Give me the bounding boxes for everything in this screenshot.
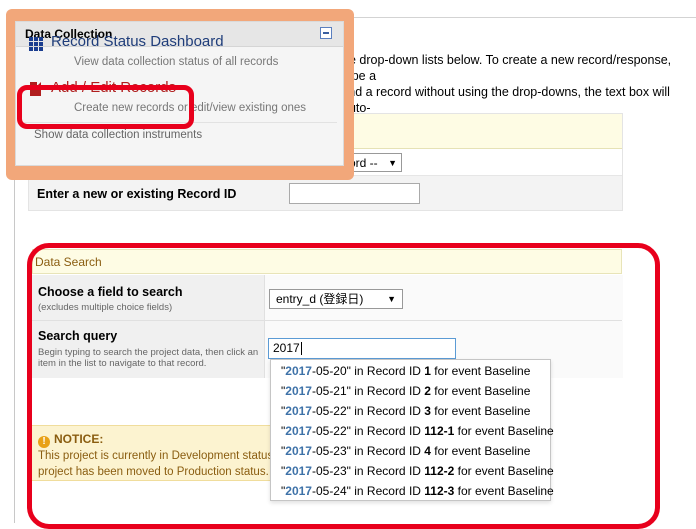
record-id: 1 (424, 364, 431, 378)
notice-title-text: NOTICE: (54, 432, 104, 446)
intro-line: he drop-down lists below. To create a ne… (342, 53, 672, 83)
warning-icon: ! (38, 436, 50, 448)
data-search-header: Data Search (32, 249, 622, 274)
record-id-input[interactable] (289, 183, 420, 204)
autocomplete-item[interactable]: "2017-05-22" in Record ID 112-1 for even… (281, 424, 554, 439)
autocomplete-item[interactable]: "2017-05-23" in Record ID 112-2 for even… (281, 464, 554, 479)
query-help-line: Begin typing to search the project data,… (38, 347, 259, 358)
search-field-select[interactable]: entry_d (登録日) ▼ (269, 289, 403, 309)
match-highlight: 2017 (285, 444, 312, 458)
notice-line: This project is currently in Development… (38, 450, 274, 462)
autocomplete-item[interactable]: "2017-05-21" in Record ID 2 for event Ba… (281, 384, 530, 399)
item-text: -05-20" in Record ID (311, 364, 425, 378)
record-id: 2 (424, 384, 431, 398)
item-tail: for event Baseline (430, 364, 531, 378)
item-tail: for event Baseline (430, 444, 531, 458)
item-tail: for event Baseline (430, 404, 531, 418)
search-query-input[interactable]: 2017 (268, 338, 456, 359)
data-search-title: Data Search (35, 255, 102, 269)
match-highlight: 2017 (285, 484, 312, 498)
match-highlight: 2017 (285, 384, 312, 398)
record-id: 4 (424, 444, 431, 458)
query-label: Search query (38, 329, 118, 343)
chevron-down-icon: ▼ (387, 294, 396, 304)
item-text: -05-23" in Record ID (311, 444, 425, 458)
field-label: Choose a field to search (38, 285, 183, 299)
search-field-value: entry_d (登録日) (276, 292, 364, 306)
notice-text: This project is currently in Development… (38, 448, 274, 480)
chevron-down-icon: ▼ (388, 158, 397, 168)
record-id: 112-3 (424, 484, 455, 498)
item-text: -05-22" in Record ID (311, 404, 425, 418)
text-cursor (300, 342, 302, 356)
grid-icon (29, 37, 43, 51)
autocomplete-item[interactable]: "2017-05-20" in Record ID 1 for event Ba… (281, 364, 530, 379)
item-text: -05-24" in Record ID (311, 484, 425, 498)
autocomplete-dropdown: "2017-05-20" in Record ID 1 for event Ba… (270, 359, 554, 501)
notice-title: ! NOTICE: (38, 432, 103, 448)
autocomplete-item[interactable]: "2017-05-24" in Record ID 112-3 for even… (281, 484, 554, 499)
show-instruments-link[interactable]: Show data collection instruments (34, 129, 202, 141)
record-status-dashboard-sub: View data collection status of all recor… (74, 56, 279, 68)
match-highlight: 2017 (285, 464, 312, 478)
search-query-value: 2017 (273, 341, 300, 355)
item-tail: for event Baseline (430, 384, 531, 398)
item-tail: for event Baseline (454, 484, 554, 498)
record-id: 112-2 (424, 464, 455, 478)
field-sublabel: (excludes multiple choice fields) (38, 302, 173, 313)
notice-line: project has been moved to Production sta… (38, 466, 269, 478)
autocomplete-item[interactable]: "2017-05-23" in Record ID 4 for event Ba… (281, 444, 530, 459)
match-highlight: 2017 (285, 364, 312, 378)
record-id: 3 (424, 404, 431, 418)
collapse-icon[interactable] (320, 27, 332, 39)
match-highlight: 2017 (285, 404, 312, 418)
record-status-dashboard-link[interactable]: Record Status Dashboard (51, 33, 224, 50)
item-text: -05-23" in Record ID (311, 464, 425, 478)
notice-box: ! NOTICE: This project is currently in De… (31, 425, 273, 481)
autocomplete-item[interactable]: "2017-05-22" in Record ID 3 for event Ba… (281, 404, 530, 419)
match-highlight: 2017 (285, 424, 312, 438)
item-text: -05-22" in Record ID (311, 424, 425, 438)
query-help-line: item in the list to navigate to that rec… (38, 358, 207, 369)
intro-line: find a record without using the drop-dow… (342, 85, 670, 115)
record-id: 112-1 (424, 424, 455, 438)
item-text: -05-21" in Record ID (311, 384, 425, 398)
record-id-label: Enter a new or existing Record ID (37, 187, 237, 201)
annotation-highlight-add-edit (17, 85, 194, 129)
item-tail: for event Baseline (454, 424, 554, 438)
item-tail: for event Baseline (454, 464, 554, 478)
